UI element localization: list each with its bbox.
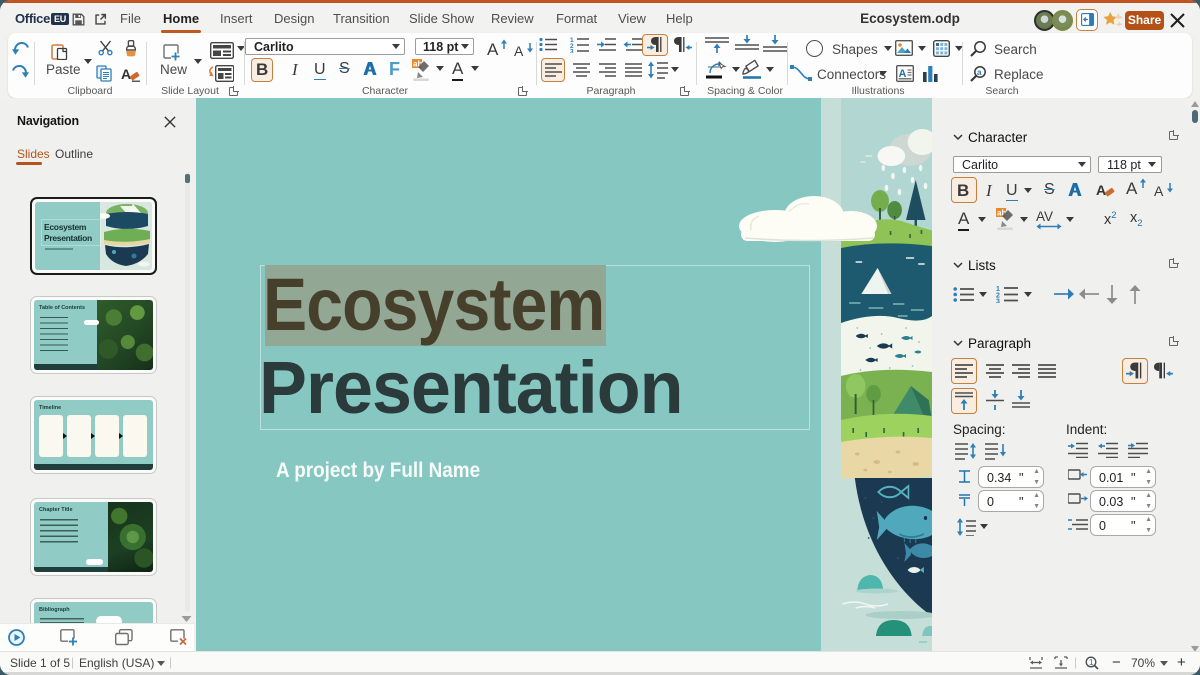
svg-text:AV: AV (1036, 209, 1053, 224)
svg-text:A: A (121, 66, 131, 82)
svg-text:A: A (514, 43, 524, 58)
svg-text:a: a (977, 68, 982, 77)
svg-text:1: 1 (1089, 658, 1094, 667)
svg-text:A: A (1154, 183, 1164, 198)
svg-text:3: 3 (996, 299, 1000, 304)
svg-text:A: A (1096, 182, 1106, 198)
svg-text:A: A (487, 40, 499, 57)
svg-text:3: 3 (570, 49, 574, 54)
svg-text:A: A (1126, 179, 1138, 196)
svg-text:A: A (899, 68, 907, 80)
